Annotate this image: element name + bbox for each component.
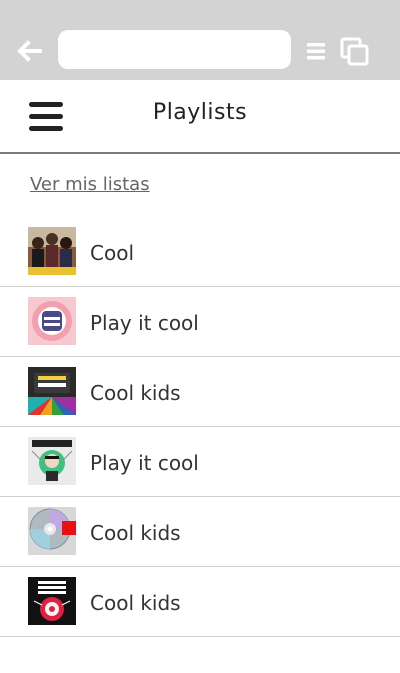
- album-cover-cd-disc: [28, 507, 76, 555]
- playlist-item[interactable]: Cool kids: [0, 357, 400, 427]
- playlist-item[interactable]: Play it cool: [0, 287, 400, 357]
- back-arrow-icon: [17, 40, 42, 62]
- playlist-title: Cool kids: [90, 591, 181, 615]
- album-cover-duck-sauce: [28, 437, 76, 485]
- playlist-item[interactable]: Cool kids: [0, 497, 400, 567]
- back-button[interactable]: [16, 38, 42, 64]
- app-header: Playlists: [0, 80, 400, 154]
- playlist-list: Cool Play it cool Cool kids Play it cool…: [0, 217, 400, 637]
- album-cover-pink-emblem: [28, 297, 76, 345]
- playlist-title: Play it cool: [90, 311, 199, 335]
- playlist-title: Cool kids: [90, 521, 181, 545]
- playlist-title: Play it cool: [90, 451, 199, 475]
- browser-menu-button[interactable]: [307, 42, 325, 60]
- menu-lines-icon: [307, 43, 325, 60]
- album-cover-power-glory: [28, 577, 76, 625]
- playlist-title: Cool kids: [90, 381, 181, 405]
- tabs-button[interactable]: [340, 37, 370, 67]
- tabs-icon: [340, 37, 369, 66]
- playlist-item[interactable]: Cool: [0, 217, 400, 287]
- url-input[interactable]: [58, 30, 291, 69]
- page-title: Playlists: [152, 100, 248, 125]
- browser-toolbar: [0, 0, 400, 80]
- my-lists-link[interactable]: Ver mis listas: [30, 174, 150, 195]
- playlist-item[interactable]: Cool kids: [0, 567, 400, 637]
- playlist-title: Cool: [90, 241, 134, 265]
- album-cover-group-photo: [28, 227, 76, 275]
- playlist-item[interactable]: Play it cool: [0, 427, 400, 497]
- album-cover-colorful-rays: [28, 367, 76, 415]
